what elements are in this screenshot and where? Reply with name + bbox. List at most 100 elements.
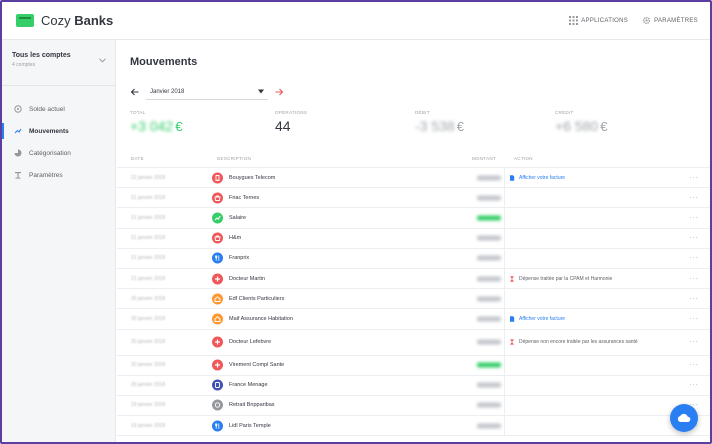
more-options-icon[interactable]: ··· [689, 255, 699, 262]
row-date: 19 janvier 2018 [131, 422, 166, 429]
cloud-icon [677, 413, 691, 422]
table-row[interactable]: 21 janvier 2018 Salaire ··· [117, 208, 710, 229]
kpi-credit-value: +6 580 [555, 118, 599, 134]
sidebar-item-categorization[interactable]: Catégorisation [2, 142, 115, 164]
kpi-credit-unit: € [600, 119, 608, 134]
shopping-icon [212, 192, 223, 204]
row-date: 22 janvier 2018 [131, 174, 166, 181]
health-icon [212, 336, 223, 348]
row-amount [477, 235, 501, 241]
health-status: Dépense traitée par la CPAM et Harmonie [509, 276, 612, 282]
caret-down-icon [258, 89, 264, 94]
show-bill-link[interactable]: Afficher votre facture [509, 175, 565, 181]
settings-icon [15, 172, 21, 179]
sidebar: Tous les comptes 4 comptes Solde actuel … [2, 40, 116, 442]
column-amount: MONTANT [472, 156, 497, 161]
row-date: 20 janvier 2018 [131, 362, 166, 369]
cozy-banks-logo-icon [16, 14, 34, 27]
row-description: Franprix [229, 255, 250, 262]
row-date: 21 janvier 2018 [131, 194, 166, 201]
hourglass-icon [510, 339, 514, 345]
row-amount [477, 255, 501, 261]
table-row[interactable]: 20 janvier 2018 France Menage ··· [117, 375, 710, 396]
food-icon [212, 252, 223, 264]
more-options-icon[interactable]: ··· [689, 214, 699, 221]
show-bill-link[interactable]: Afficher votre facture [509, 316, 565, 322]
health-icon [212, 359, 223, 371]
month-dropdown[interactable]: Janvier 2018 [146, 84, 268, 100]
more-options-icon[interactable]: ··· [689, 315, 699, 322]
cloud-sync-button[interactable] [670, 404, 698, 432]
table-row[interactable]: 21 janvier 2018 H&m ··· [117, 228, 710, 249]
sidebar-item-movements[interactable]: Mouvements [2, 120, 115, 142]
table-row[interactable]: 20 janvier 2018 Virement Compl Sante ··· [117, 355, 710, 376]
row-amount [477, 276, 501, 282]
table-row[interactable]: 21 janvier 2018 Docteur Martin Dépense tra… [117, 268, 710, 290]
row-amount [477, 423, 501, 429]
kpi-summary: TOTAL +3 042 € OPÉRATIONS 44 DÉBIT -3 538… [130, 110, 700, 144]
more-options-icon[interactable]: ··· [689, 362, 699, 369]
kpi-spent-value: -3 538 [415, 118, 455, 134]
month-value: Janvier 2018 [150, 88, 185, 95]
sidebar-item-settings[interactable]: Paramètres [2, 164, 115, 186]
sidebar-item-balance[interactable]: Solde actuel [2, 98, 115, 120]
account-selector[interactable]: Tous les comptes 4 comptes [2, 40, 115, 86]
movements-icon [14, 128, 22, 134]
brand-suffix: Banks [74, 13, 114, 28]
row-action-label: Dépense non encore traitée par les assur… [519, 339, 638, 345]
kpi-credit-label: CRÉDIT [555, 110, 574, 115]
more-options-icon[interactable]: ··· [689, 235, 699, 242]
more-options-icon[interactable]: ··· [689, 382, 699, 389]
kpi-spent-label: DÉBIT [415, 110, 430, 115]
home-icon [212, 293, 223, 305]
arrow-right-icon[interactable] [274, 87, 284, 97]
row-description: Maif Assurance Habitation [229, 315, 293, 322]
table-row[interactable]: 21 janvier 2018 Franprix ··· [117, 248, 710, 269]
more-options-icon[interactable]: ··· [689, 194, 699, 201]
table-row[interactable]: 20 janvier 2018 Edf Clients Particuliers ·… [117, 289, 710, 310]
hourglass-icon [510, 275, 514, 282]
row-amount [477, 215, 501, 221]
table-row[interactable]: 19 janvier 2018 Retrait Bnpparibas ··· [117, 395, 710, 417]
table-row[interactable]: 20 janvier 2018 Maif Assurance Habitation… [117, 309, 710, 330]
row-description: Docteur Martin [229, 275, 266, 282]
settings-button[interactable]: PARAMÈTRES [642, 16, 698, 25]
applications-button[interactable]: APPLICATIONS [569, 16, 628, 25]
more-options-icon[interactable]: ··· [689, 295, 699, 302]
column-divider [504, 208, 505, 228]
health-icon [212, 273, 223, 285]
table-row[interactable]: 21 janvier 2018 Fnac Ternes ··· [117, 188, 710, 209]
table-row[interactable]: 22 janvier 2018 Bouygues Telecom Afficher … [117, 168, 710, 189]
column-date: DATE [131, 156, 144, 161]
row-description: France Menage [229, 382, 268, 389]
kpi-spent: DÉBIT -3 538 € [415, 110, 464, 134]
kpi-operations: OPÉRATIONS 44 [275, 110, 307, 134]
column-divider [504, 309, 505, 329]
row-description: Fnac Ternes [229, 194, 260, 201]
row-amount [477, 339, 501, 345]
chevron-down-icon [99, 58, 106, 63]
row-date: 21 janvier 2018 [131, 235, 166, 242]
row-amount [477, 195, 501, 201]
brand[interactable]: Cozy Banks [16, 13, 113, 28]
more-options-icon[interactable]: ··· [689, 339, 699, 346]
home-icon [212, 313, 223, 325]
row-description: H&m [229, 235, 242, 242]
row-date: 20 janvier 2018 [131, 295, 166, 302]
apps-grid-icon [569, 16, 579, 25]
row-amount [477, 402, 501, 408]
more-options-icon[interactable]: ··· [689, 275, 699, 282]
column-divider [504, 416, 505, 436]
sidebar-item-label: Catégorisation [29, 149, 71, 157]
applications-label: APPLICATIONS [581, 17, 629, 24]
row-action-label: Afficher votre facture [519, 174, 566, 181]
more-options-icon[interactable]: ··· [689, 174, 699, 181]
kpi-total-value-wrap: +3 042 € [130, 118, 182, 134]
table-row[interactable]: 20 janvier 2018 Docteur Lefebvre Dépense n… [117, 329, 710, 356]
table-row[interactable]: 19 janvier 2018Lidl Paris Temple··· [117, 416, 710, 437]
arrow-left-icon[interactable] [130, 87, 140, 97]
kpi-total: TOTAL +3 042 € [130, 110, 182, 134]
table-body: 22 janvier 2018 Bouygues Telecom Afficher … [117, 168, 710, 437]
health-status: Dépense non encore traitée par les assur… [509, 339, 659, 345]
row-date: 21 janvier 2018 [131, 214, 166, 221]
